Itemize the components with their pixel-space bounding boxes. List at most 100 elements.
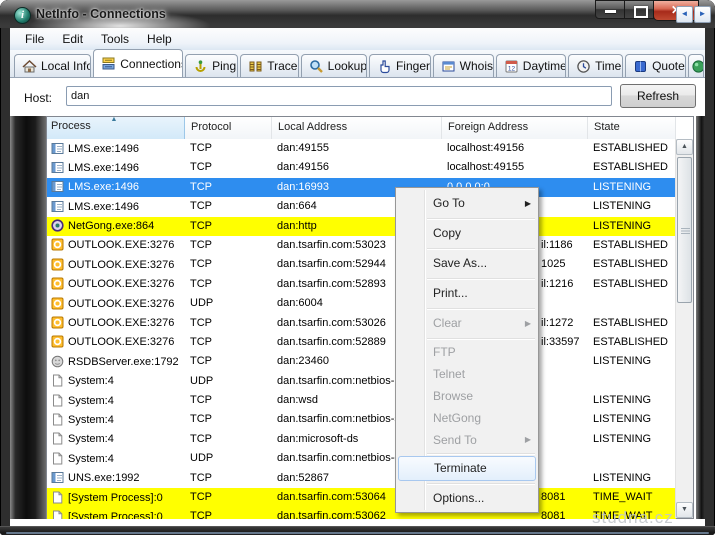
vertical-scrollbar[interactable]: ▲ ▼ [675,139,693,518]
menubar-item-edit[interactable]: Edit [53,30,92,48]
process-label: UNS.exe:1992 [68,471,140,485]
column-header-protocol[interactable]: Protocol [185,117,272,139]
cell-state: LISTENING [588,430,676,449]
cell-protocol: TCP [185,410,272,429]
cell-protocol: TCP [185,314,272,333]
tab-more[interactable] [688,54,704,77]
cell-protocol: TCP [185,255,272,274]
tab-whois[interactable]: Whois [433,54,494,77]
table-row[interactable]: OUTLOOK.EXE:3276TCPdan.tsarfin.com:52889… [47,333,676,352]
page-icon [51,394,64,407]
cell-process: [System Process]:0 [47,488,185,507]
tab-daytime[interactable]: 12Daytime [496,54,566,77]
tab-label: Local Info [41,59,91,73]
tab-scroll-left-button[interactable]: ◄ [676,6,693,23]
cell-state: LISTENING [588,391,676,410]
cell-state: ESTABLISHED [588,236,676,255]
table-row[interactable]: System:4TCPdan.tsarfin.com:netbios-sLIST… [47,410,676,429]
tab-ping[interactable]: Ping [185,54,238,77]
context-menu-item-save-as[interactable]: Save As... [396,251,538,276]
title-bar[interactable]: i NetInfo - Connections ✕ [0,0,715,28]
process-label: [System Process]:0 [68,510,163,519]
tab-time[interactable]: Time [568,54,623,77]
table-row[interactable]: [System Process]:0TCPdan.tsarfin.com:530… [47,507,676,519]
context-menu-item-copy[interactable]: Copy [396,221,538,246]
host-input[interactable] [66,86,612,106]
outlook-icon [51,238,64,251]
trace-icon [248,59,263,74]
netgong-icon [51,219,64,232]
tab-connections[interactable]: Connections [93,49,183,77]
tab-finger[interactable]: Finger [369,54,431,77]
table-row[interactable]: LMS.exe:1496TCPdan:49155localhost:49156E… [47,139,676,158]
table-row[interactable]: System:4UDPdan.tsarfin.com:netbios-n [47,372,676,391]
tab-scroll-right-button[interactable]: ► [694,6,711,23]
table-row[interactable]: [System Process]:0TCPdan.tsarfin.com:530… [47,488,676,507]
context-menu-item-print[interactable]: Print... [396,281,538,306]
tab-quote[interactable]: Quote [625,54,686,77]
tab-label: Quote [652,59,685,73]
column-header-local[interactable]: Local Address [272,117,442,139]
menubar-item-help[interactable]: Help [138,30,181,48]
outlook-icon [51,297,64,310]
outlook-icon [51,335,64,348]
cell-process: LMS.exe:1496 [47,178,185,197]
context-menu-item-clear[interactable]: Clear▶ [396,311,538,336]
cell-process: LMS.exe:1496 [47,139,185,158]
process-label: OUTLOOK.EXE:3276 [68,297,174,311]
tab-local-info[interactable]: Local Info [14,54,91,77]
maximize-button[interactable] [624,0,654,19]
page-icon [51,432,64,445]
menubar-item-file[interactable]: File [16,30,53,48]
table-row[interactable]: OUTLOOK.EXE:3276UDPdan:6004 [47,294,676,313]
page-icon [51,452,64,465]
table-row[interactable]: LMS.exe:1496TCPdan:49156localhost:49155E… [47,158,676,177]
menu-bar: FileEditToolsHelp [10,28,705,50]
table-row[interactable]: OUTLOOK.EXE:3276TCPdan.tsarfin.com:53023… [47,236,676,255]
scrollbar-thumb[interactable] [677,157,692,303]
cell-protocol: TCP [185,391,272,410]
context-menu-item-go-to[interactable]: Go To▶ [396,191,538,216]
cell-state: LISTENING [588,197,676,216]
table-row[interactable]: LMS.exe:1496TCPdan:169930.0.0.0:0LISTENI… [47,178,676,197]
tab-lookup[interactable]: Lookup [301,54,367,77]
ping-icon [193,59,208,74]
host-label: Host: [24,91,52,105]
column-header-foreign[interactable]: Foreign Address [442,117,588,139]
table-row[interactable]: LMS.exe:1496TCPdan:664LISTENING [47,197,676,216]
menubar-item-tools[interactable]: Tools [92,30,138,48]
table-row[interactable]: OUTLOOK.EXE:3276TCPdan.tsarfin.com:52893… [47,275,676,294]
column-header-state[interactable]: State [588,117,676,139]
cell-process: OUTLOOK.EXE:3276 [47,236,185,255]
context-menu-item-ftp[interactable]: FTP [396,341,538,363]
cell-protocol: TCP [185,333,272,352]
context-menu-item-options[interactable]: Options... [396,486,538,511]
tab-trace[interactable]: Trace [240,54,298,77]
context-menu-item-send-to[interactable]: Send To▶ [396,429,538,451]
process-label: LMS.exe:1496 [68,180,139,194]
table-row[interactable]: RSDBServer.exe:1792TCPdan:23460LISTENING [47,352,676,371]
cell-protocol: TCP [185,178,272,197]
column-header-process[interactable]: Process▲ [47,117,185,139]
cell-protocol: TCP [185,488,272,507]
scroll-up-button[interactable]: ▲ [676,139,693,155]
refresh-button[interactable]: Refresh [620,84,696,108]
table-row[interactable]: OUTLOOK.EXE:3276TCPdan.tsarfin.com:52944… [47,255,676,274]
table-row[interactable]: NetGong.exe:864TCPdan:httpLISTENING [47,217,676,236]
context-menu-item-telnet[interactable]: Telnet [396,363,538,385]
table-row[interactable]: System:4TCPdan:wsdLISTENING [47,391,676,410]
table-row[interactable]: UNS.exe:1992TCPdan:52867LISTENING [47,469,676,488]
scroll-down-button[interactable]: ▼ [676,502,693,518]
context-menu-item-terminate[interactable]: Terminate [398,456,536,481]
window-icon [51,200,64,213]
minimize-button[interactable] [595,0,625,19]
submenu-arrow-icon: ▶ [525,429,531,451]
table-row[interactable]: OUTLOOK.EXE:3276TCPdan.tsarfin.com:53026… [47,314,676,333]
cell-process: [System Process]:0 [47,507,185,519]
table-row[interactable]: System:4TCPdan:microsoft-dsLISTENING [47,430,676,449]
table-row[interactable]: System:4UDPdan.tsarfin.com:netbios-d [47,449,676,468]
process-label: LMS.exe:1496 [68,200,139,214]
context-menu-item-netgong[interactable]: NetGong [396,407,538,429]
cell-protocol: TCP [185,275,272,294]
context-menu-item-browse[interactable]: Browse [396,385,538,407]
